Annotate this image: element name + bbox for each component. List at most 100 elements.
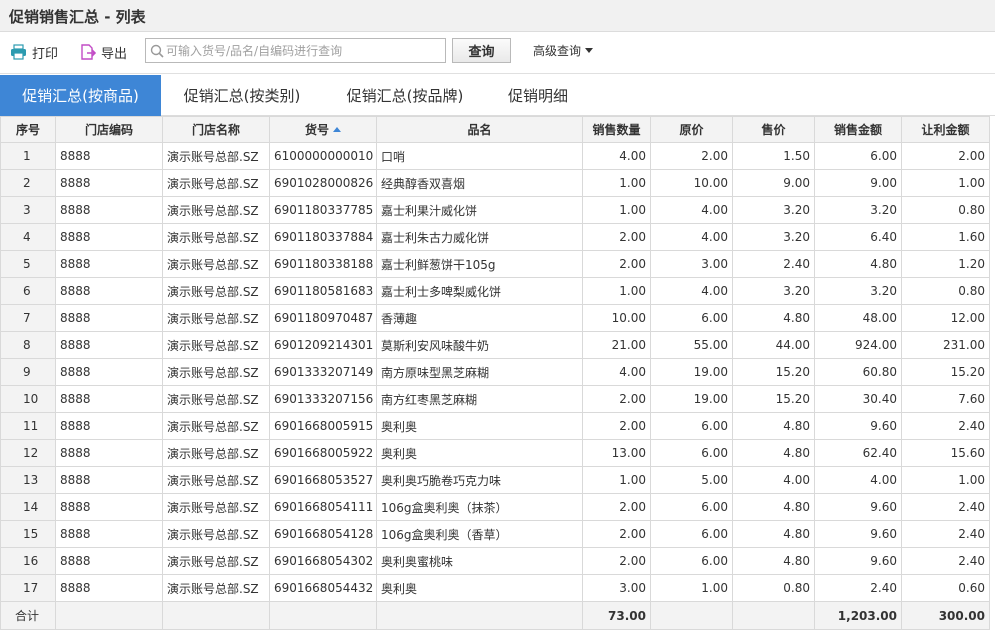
table-row[interactable]: 17 8888 演示账号总部.SZ 6901668054432 奥利奥 3.00 1.00 0…: [0, 574, 990, 602]
cell-item-code: 6901333207156: [269, 385, 377, 413]
cell-sales-qty: 3.00: [582, 574, 651, 602]
search-input[interactable]: [164, 40, 442, 61]
cell-original-price: 2.00: [650, 142, 733, 170]
cell-row-index: 15: [0, 520, 56, 548]
cell-sales-qty: 1.00: [582, 169, 651, 197]
cell-sale-price: 3.20: [732, 196, 815, 224]
cell-product-name: 奥利奥: [376, 574, 583, 602]
cell-sales-amount: 62.40: [814, 439, 902, 467]
cell-store-code: 8888: [55, 574, 163, 602]
cell-store-code: 8888: [55, 466, 163, 494]
cell-item-code: 6901180338188: [269, 250, 377, 278]
cell-product-name: 嘉士利士多啤梨威化饼: [376, 277, 583, 305]
col-header-original-price[interactable]: 原价: [650, 116, 733, 143]
total-discount: 300.00: [901, 601, 990, 630]
cell-store-code: 8888: [55, 304, 163, 332]
col-header-product-name[interactable]: 品名: [376, 116, 583, 143]
cell-sales-qty: 1.00: [582, 466, 651, 494]
cell-item-code: 6901668054302: [269, 547, 377, 575]
table-row[interactable]: 16 8888 演示账号总部.SZ 6901668054302 奥利奥蜜桃味 2.00 6.…: [0, 547, 990, 575]
cell-sale-price: 15.20: [732, 385, 815, 413]
cell-sale-price: 4.80: [732, 439, 815, 467]
table-row[interactable]: 2 8888 演示账号总部.SZ 6901028000826 经典醇香双喜烟 1.00 10…: [0, 169, 990, 197]
cell-sales-qty: 2.00: [582, 250, 651, 278]
print-button[interactable]: 打印: [10, 42, 58, 62]
table-row[interactable]: 13 8888 演示账号总部.SZ 6901668053527 奥利奥巧脆卷巧克力味 1.…: [0, 466, 990, 494]
cell-product-name: 奥利奥巧脆卷巧克力味: [376, 466, 583, 494]
col-header-discount-amount[interactable]: 让利金额: [901, 116, 990, 143]
table-row[interactable]: 1 8888 演示账号总部.SZ 6100000000010 口哨 4.00 2.00 1.5…: [0, 142, 990, 170]
cell-original-price: 10.00: [650, 169, 733, 197]
cell-original-price: 6.00: [650, 439, 733, 467]
cell-store-code: 8888: [55, 439, 163, 467]
query-button[interactable]: 查询: [452, 38, 511, 63]
cell-original-price: 6.00: [650, 547, 733, 575]
search-icon: [150, 44, 164, 58]
cell-product-name: 106g盒奥利奥（抹茶）: [376, 493, 583, 521]
tab-by-category[interactable]: 促销汇总(按类别): [162, 75, 322, 116]
cell-product-name: 嘉士利朱古力威化饼: [376, 223, 583, 251]
total-empty: [732, 601, 815, 630]
cell-original-price: 19.00: [650, 358, 733, 386]
caret-down-icon: [585, 47, 594, 53]
table-row[interactable]: 9 8888 演示账号总部.SZ 6901333207149 南方原味型黑芝麻糊 4.00…: [0, 358, 990, 386]
table-row[interactable]: 14 8888 演示账号总部.SZ 6901668054111 106g盒奥利奥（抹茶）…: [0, 493, 990, 521]
col-header-sale-price[interactable]: 售价: [732, 116, 815, 143]
table-row[interactable]: 11 8888 演示账号总部.SZ 6901668005915 奥利奥 2.00 6.00 4…: [0, 412, 990, 440]
cell-item-code: 6901180581683: [269, 277, 377, 305]
export-button[interactable]: 导出: [80, 42, 127, 62]
cell-sales-amount: 3.20: [814, 277, 902, 305]
table-row[interactable]: 4 8888 演示账号总部.SZ 6901180337884 嘉士利朱古力威化饼 2.00…: [0, 223, 990, 251]
cell-sales-qty: 2.00: [582, 412, 651, 440]
table-row[interactable]: 12 8888 演示账号总部.SZ 6901668005922 奥利奥 13.00 6.00…: [0, 439, 990, 467]
table-row[interactable]: 5 8888 演示账号总部.SZ 6901180338188 嘉士利鲜葱饼干105g 2.…: [0, 250, 990, 278]
cell-sales-qty: 4.00: [582, 358, 651, 386]
cell-original-price: 6.00: [650, 520, 733, 548]
col-header-index[interactable]: 序号: [0, 116, 56, 143]
cell-sales-amount: 2.40: [814, 574, 902, 602]
cell-sales-amount: 9.60: [814, 412, 902, 440]
cell-item-code: 6901209214301: [269, 331, 377, 359]
cell-sale-price: 4.80: [732, 304, 815, 332]
cell-product-name: 经典醇香双喜烟: [376, 169, 583, 197]
cell-original-price: 6.00: [650, 493, 733, 521]
tab-by-product[interactable]: 促销汇总(按商品): [0, 75, 161, 116]
cell-item-code: 6901668054128: [269, 520, 377, 548]
cell-original-price: 3.00: [650, 250, 733, 278]
table-row[interactable]: 8 8888 演示账号总部.SZ 6901209214301 莫斯利安风味酸牛奶 21.0…: [0, 331, 990, 359]
cell-original-price: 19.00: [650, 385, 733, 413]
cell-discount-amount: 0.60: [901, 574, 990, 602]
export-icon: [81, 43, 96, 60]
cell-sale-price: 1.50: [732, 142, 815, 170]
cell-store-code: 8888: [55, 358, 163, 386]
advanced-query-dropdown[interactable]: 高级查询: [533, 40, 594, 60]
table-row[interactable]: 15 8888 演示账号总部.SZ 6901668054128 106g盒奥利奥（香草）…: [0, 520, 990, 548]
cell-row-index: 2: [0, 169, 56, 197]
table-row[interactable]: 6 8888 演示账号总部.SZ 6901180581683 嘉士利士多啤梨威化饼 1.0…: [0, 277, 990, 305]
cell-sale-price: 4.80: [732, 493, 815, 521]
cell-discount-amount: 2.40: [901, 412, 990, 440]
tab-by-brand[interactable]: 促销汇总(按品牌): [324, 75, 486, 116]
cell-sales-qty: 2.00: [582, 385, 651, 413]
table-row[interactable]: 10 8888 演示账号总部.SZ 6901333207156 南方红枣黑芝麻糊 2.00…: [0, 385, 990, 413]
cell-sales-qty: 2.00: [582, 493, 651, 521]
table-header-row: 序号 门店编码 门店名称 货号 品名 销售数量 原价 售价 销售金额 让利金额: [0, 116, 990, 143]
table-row[interactable]: 7 8888 演示账号总部.SZ 6901180970487 香薄趣 10.00 6.00 4…: [0, 304, 990, 332]
col-header-store-name[interactable]: 门店名称: [162, 116, 270, 143]
cell-sale-price: 44.00: [732, 331, 815, 359]
cell-original-price: 6.00: [650, 412, 733, 440]
cell-sales-qty: 13.00: [582, 439, 651, 467]
total-row: 合计 73.00 1,203.00 300.00: [0, 601, 990, 630]
cell-sales-qty: 1.00: [582, 277, 651, 305]
cell-sales-amount: 6.00: [814, 142, 902, 170]
cell-item-code: 6901028000826: [269, 169, 377, 197]
tab-detail[interactable]: 促销明细: [486, 75, 590, 116]
cell-sales-amount: 60.80: [814, 358, 902, 386]
cell-sales-amount: 9.00: [814, 169, 902, 197]
col-header-store-code[interactable]: 门店编码: [55, 116, 163, 143]
table-row[interactable]: 3 8888 演示账号总部.SZ 6901180337785 嘉士利果汁威化饼 1.00 4…: [0, 196, 990, 224]
cell-product-name: 奥利奥: [376, 412, 583, 440]
col-header-sales-amount[interactable]: 销售金额: [814, 116, 902, 143]
col-header-item-code[interactable]: 货号: [269, 116, 377, 143]
col-header-sales-qty[interactable]: 销售数量: [582, 116, 651, 143]
